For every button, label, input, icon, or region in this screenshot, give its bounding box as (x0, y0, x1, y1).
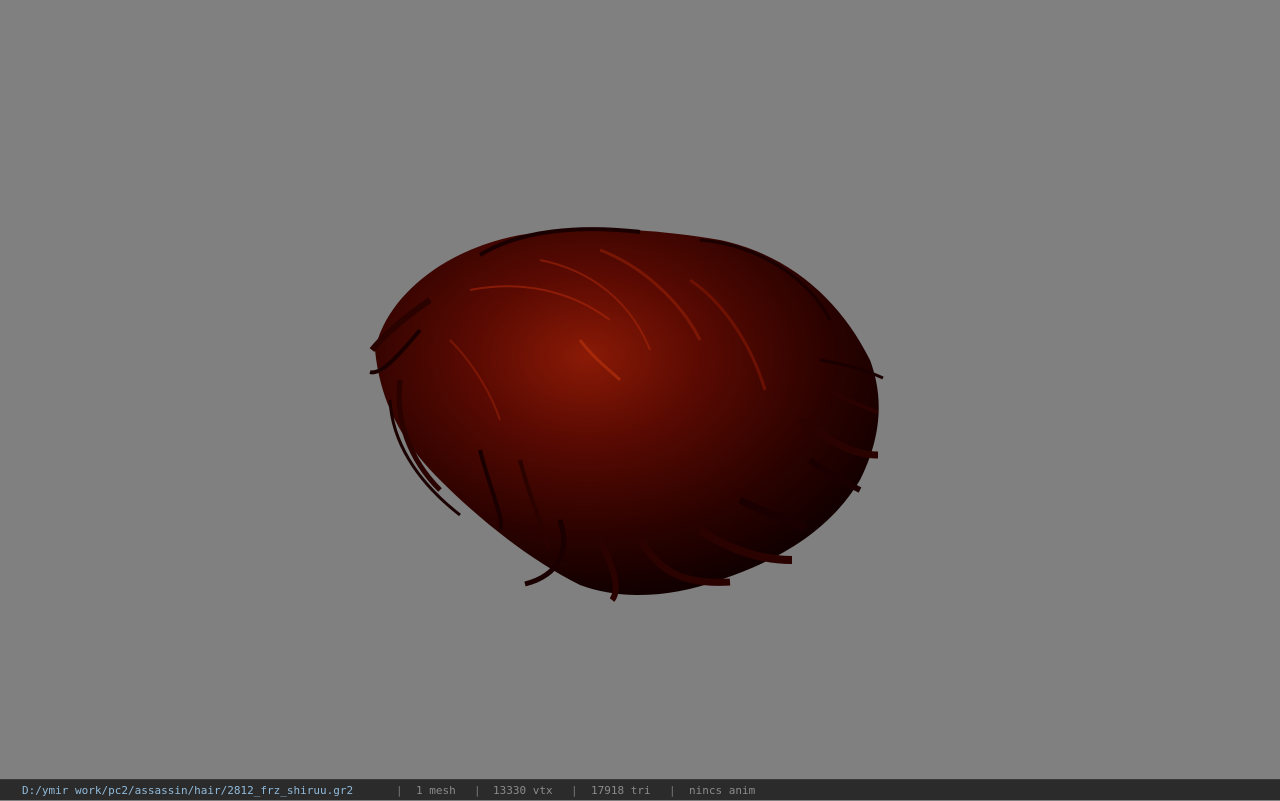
mesh-count: 1 mesh (416, 784, 456, 797)
separator: | (669, 784, 676, 797)
animation-status: nincs anim (689, 784, 756, 797)
vertex-count: 13330 vtx (493, 784, 553, 797)
triangle-count: 17918 tri (591, 784, 651, 797)
separator: | (571, 784, 578, 797)
file-path: D:/ymir work/pc2/assassin/hair/2812_frz_… (22, 784, 354, 797)
hair-mesh-model[interactable] (0, 0, 1280, 779)
3d-viewport[interactable] (0, 0, 1280, 779)
statusbar: D:/ymir work/pc2/assassin/hair/2812_frz_… (0, 779, 1280, 800)
separator: | (474, 784, 481, 797)
separator: | (396, 784, 403, 797)
